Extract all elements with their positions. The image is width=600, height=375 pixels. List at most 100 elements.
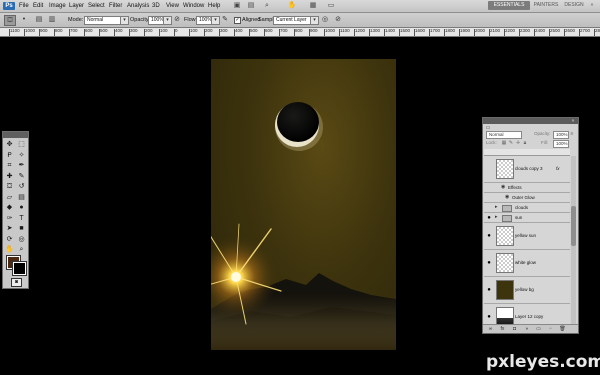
- lock-pixels-icon[interactable]: ✎: [508, 140, 514, 146]
- brush-preset-icon[interactable]: •: [19, 15, 29, 24]
- delete-layer-icon[interactable]: 🗑︎: [559, 326, 566, 332]
- move-icon[interactable]: ✥: [4, 140, 15, 150]
- fill-input[interactable]: 100%: [553, 140, 569, 148]
- marquee-icon[interactable]: ⬚: [16, 140, 27, 150]
- new-group-icon[interactable]: ▭: [535, 326, 542, 332]
- visibility-eye-icon[interactable]: ●: [485, 259, 493, 267]
- quick-mask-icon[interactable]: ◙: [11, 278, 22, 287]
- crop-icon[interactable]: ⌗: [4, 161, 15, 171]
- link-layers-icon[interactable]: ∞: [487, 326, 494, 332]
- lock-transparent-icon[interactable]: ▦: [501, 140, 507, 146]
- sample-dropdown-icon[interactable]: ▾: [310, 16, 319, 25]
- pressure-opacity-icon[interactable]: ⊘: [172, 15, 182, 24]
- menu-image[interactable]: Image: [49, 2, 66, 10]
- airbrush-icon[interactable]: ✎: [220, 15, 230, 24]
- lock-all-icon[interactable]: 🔒︎: [522, 140, 528, 146]
- brush-panel-icon[interactable]: ▤: [34, 15, 44, 24]
- blend-mode-select[interactable]: Normal: [486, 131, 522, 139]
- group-expand-icon[interactable]: ▸: [495, 214, 498, 220]
- arrange-docs-icon[interactable]: ▦: [308, 2, 318, 10]
- lasso-icon[interactable]: ᑭ: [4, 151, 15, 161]
- clone-stamp-icon[interactable]: ⛋: [4, 182, 15, 192]
- type-icon[interactable]: T: [16, 214, 27, 224]
- menu-3d[interactable]: 3D: [152, 2, 160, 10]
- clone-source-icon[interactable]: ▥: [47, 15, 57, 24]
- dodge-icon[interactable]: ●: [16, 203, 27, 213]
- layer-row[interactable]: Outer Glow ◉: [484, 193, 570, 203]
- visibility-eye-icon[interactable]: ●: [485, 232, 493, 240]
- layer-mask-icon[interactable]: ◘: [511, 326, 518, 332]
- mode-dropdown-icon[interactable]: ▾: [120, 16, 129, 25]
- workspace-essentials[interactable]: ESSENTIALS: [488, 1, 530, 10]
- workspace-design[interactable]: DESIGN: [563, 1, 585, 10]
- ignore-adjustment-icon[interactable]: ◎: [320, 15, 330, 24]
- quick-select-icon[interactable]: ✧: [16, 151, 27, 161]
- layer-row[interactable]: ● ▸ sun: [484, 213, 570, 223]
- layers-scrollbar-thumb[interactable]: [571, 206, 576, 246]
- new-layer-icon[interactable]: ▫: [547, 326, 554, 332]
- pressure-size-icon[interactable]: ⊘: [333, 15, 343, 24]
- layers-scrollbar[interactable]: [571, 156, 576, 324]
- menu-select[interactable]: Select: [88, 2, 105, 10]
- panel-menu-icon[interactable]: ≡: [569, 131, 575, 137]
- eyedropper-icon[interactable]: ✒: [16, 161, 27, 171]
- history-brush-icon[interactable]: ↺: [16, 182, 27, 192]
- healing-icon[interactable]: ✚: [4, 172, 15, 182]
- menu-file[interactable]: File: [19, 2, 29, 10]
- eraser-icon[interactable]: ▱: [4, 193, 15, 203]
- screen-mode-icon[interactable]: ▭: [326, 2, 336, 10]
- brush-icon[interactable]: ✎: [16, 172, 27, 182]
- hand-tool-icon[interactable]: ✋: [287, 2, 297, 10]
- lock-position-icon[interactable]: ✛: [515, 140, 521, 146]
- layer-row[interactable]: ● yellow sun: [484, 223, 570, 250]
- layer-opacity-input[interactable]: 100%: [553, 131, 569, 139]
- effect-visibility-icon[interactable]: ◉: [505, 194, 509, 200]
- mode-select[interactable]: Normal: [84, 16, 124, 25]
- partial-layer-row[interactable]: [484, 149, 570, 156]
- menu-filter[interactable]: Filter: [109, 2, 122, 10]
- shape-icon[interactable]: ■: [16, 224, 27, 234]
- mini-bridge-icon[interactable]: ▤: [246, 2, 256, 10]
- clone-stamp-tool-icon[interactable]: ⛋: [4, 15, 16, 26]
- layer-row[interactable]: Effects ◉: [484, 183, 570, 193]
- group-expand-icon[interactable]: ▸: [495, 204, 498, 210]
- fx-icon[interactable]: fx: [556, 166, 560, 172]
- layer-row[interactable]: ● yellow bg: [484, 277, 570, 304]
- tools-panel-header[interactable]: [3, 132, 28, 138]
- path-select-icon[interactable]: ➤: [4, 224, 15, 234]
- menu-view[interactable]: View: [166, 2, 179, 10]
- document-canvas[interactable]: [211, 59, 396, 350]
- 3d-orbit-icon[interactable]: ◎: [16, 235, 27, 245]
- visibility-eye-icon[interactable]: ●: [485, 214, 493, 222]
- menu-help[interactable]: Help: [208, 2, 220, 10]
- menu-window[interactable]: Window: [183, 2, 204, 10]
- visibility-eye-icon[interactable]: ●: [485, 286, 493, 294]
- zoom-icon[interactable]: ⌕: [16, 245, 27, 255]
- gradient-icon[interactable]: ▤: [16, 193, 27, 203]
- layers-panel-header[interactable]: »: [483, 118, 578, 124]
- adjustment-layer-icon[interactable]: ◑: [523, 326, 530, 332]
- visibility-eye-icon[interactable]: ●: [485, 313, 493, 321]
- menu-edit[interactable]: Edit: [33, 2, 43, 10]
- aligned-checkbox[interactable]: ✓: [234, 17, 241, 24]
- sample-select[interactable]: Current Layer: [273, 16, 313, 25]
- menu-layer[interactable]: Layer: [69, 2, 84, 10]
- blur-icon[interactable]: ◆: [4, 203, 15, 213]
- bridge-icon[interactable]: ▣: [232, 2, 242, 10]
- menu-analysis[interactable]: Analysis: [127, 2, 149, 10]
- flow-dropdown-icon[interactable]: ▾: [211, 16, 220, 25]
- opacity-dropdown-icon[interactable]: ▾: [163, 16, 172, 25]
- layer-row[interactable]: ● white glow: [484, 250, 570, 277]
- layer-row[interactable]: ● Layer 12 copy: [484, 304, 570, 324]
- pen-icon[interactable]: ✑: [4, 214, 15, 224]
- workspace-painters[interactable]: PAINTERS: [533, 1, 559, 10]
- layer-style-icon[interactable]: fx: [499, 326, 506, 332]
- panel-collapse-icon[interactable]: »: [570, 118, 576, 124]
- 3d-rotate-icon[interactable]: ⟳: [4, 235, 15, 245]
- layer-row[interactable]: ▸ clouds: [484, 203, 570, 213]
- zoom-level-icon[interactable]: ⌕: [262, 2, 272, 10]
- background-color-swatch[interactable]: [12, 261, 27, 276]
- layer-row[interactable]: clouds copy 3 fx: [484, 156, 570, 183]
- workspace-more-icon[interactable]: »: [588, 1, 596, 10]
- hand-icon[interactable]: ✋: [4, 245, 15, 255]
